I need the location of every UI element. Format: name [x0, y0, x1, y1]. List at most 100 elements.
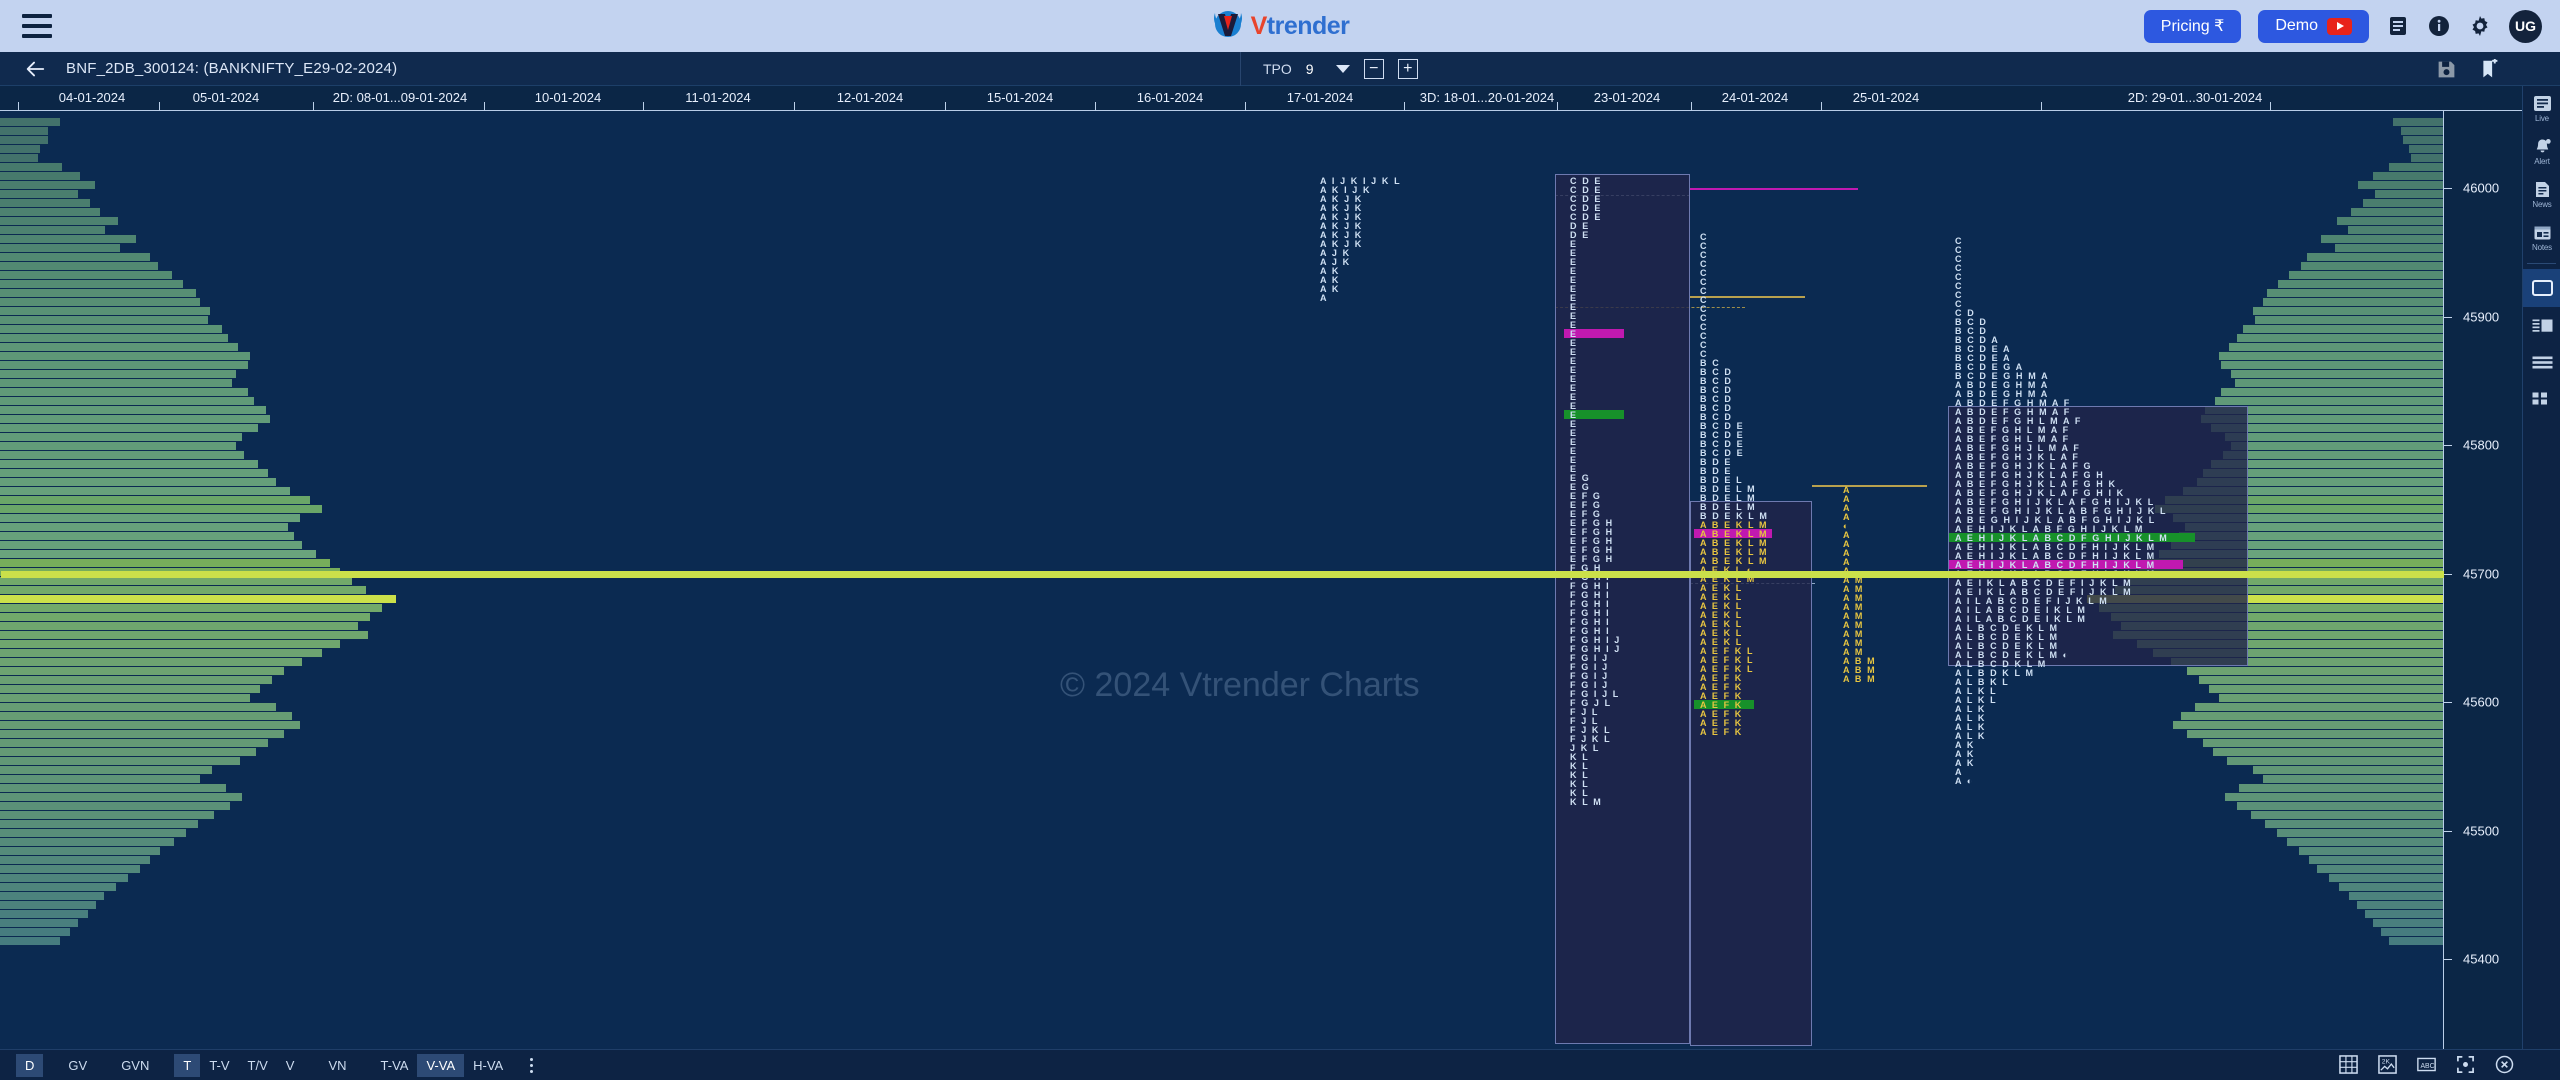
bottom-button-t-v[interactable]: T/V: [239, 1054, 277, 1077]
bottom-button-d[interactable]: D: [16, 1053, 44, 1077]
sidebar-item-live[interactable]: Live: [2523, 86, 2560, 129]
header-actions: Pricing ₹ Demo UG: [2143, 0, 2552, 52]
demo-button[interactable]: Demo: [2258, 9, 2369, 43]
date-axis-tick: [1095, 102, 1096, 111]
date-axis-tick: [1691, 102, 1692, 111]
volume-bar-right: [2251, 811, 2443, 819]
price-axis-tick: [2444, 702, 2452, 704]
tpo-letter-row: A B M: [1843, 674, 1877, 684]
sidebar-item-news[interactable]: News: [2523, 172, 2560, 215]
sidebar-divider: [2527, 263, 2556, 264]
volume-bar-right: [2227, 757, 2443, 765]
bottom-button-v[interactable]: V: [277, 1054, 304, 1077]
volume-bar-right: [2181, 712, 2443, 720]
layout-split-list-button[interactable]: [2523, 307, 2560, 345]
chart-plot-area[interactable]: © 2024 Vtrender Charts A I J K I J K LA …: [0, 111, 2443, 1049]
table-icon[interactable]: [2339, 1055, 2358, 1074]
chevron-down-icon[interactable]: [1335, 65, 1350, 73]
volume-bar-right: [2389, 163, 2443, 171]
volume-bar-right: [2321, 235, 2443, 243]
volume-bar-left: [0, 631, 368, 639]
date-axis-label: 25-01-2024: [1852, 90, 1920, 105]
volume-bar-left: [0, 424, 258, 432]
tpo-letter-row: K L M: [1570, 797, 1603, 807]
volume-bar-right: [2231, 370, 2443, 378]
volume-bar-right: [2221, 361, 2443, 369]
snapshot-icon[interactable]: 2K: [2378, 1055, 2397, 1074]
volume-bar-left: [0, 928, 70, 936]
bottom-button-v-va[interactable]: V-VA: [417, 1053, 465, 1077]
tpo-decrement-button[interactable]: −: [1363, 59, 1384, 79]
bottom-right-icons: 2K ABC: [2339, 1049, 2514, 1080]
volume-bar-right: [2277, 829, 2443, 837]
pricing-button[interactable]: Pricing ₹: [2143, 9, 2242, 43]
notes-icon: [2534, 226, 2550, 240]
bottom-button-t-v[interactable]: T-V: [200, 1054, 238, 1077]
brand-name: Vtrender: [1250, 11, 1350, 40]
volume-bar-left: [0, 541, 302, 549]
volume-bar-right: [2187, 730, 2443, 738]
back-arrow-icon[interactable]: [24, 58, 46, 80]
volume-bar-left: [0, 748, 256, 756]
volume-bar-left: [0, 865, 140, 873]
volume-bar-left: [0, 433, 242, 441]
bottom-button-gv[interactable]: GV: [59, 1054, 96, 1077]
volume-bar-right: [2195, 703, 2443, 711]
document-icon[interactable]: [2386, 14, 2410, 38]
bottom-button-group: T T-V T/V V: [174, 1053, 304, 1077]
date-axis-label: 2D: 08-01...09-01-2024: [332, 90, 468, 105]
bottom-button-h-va[interactable]: H-VA: [464, 1054, 512, 1077]
volume-bar-left: [0, 892, 104, 900]
sidebar-label-live: Live: [2535, 114, 2549, 123]
demo-label: Demo: [2275, 17, 2318, 34]
volume-bar-right: [2337, 217, 2443, 225]
crosshair-icon[interactable]: [2456, 1055, 2475, 1074]
save-icon[interactable]: [2436, 59, 2457, 80]
volume-bar-left: [0, 622, 358, 630]
abc-icon[interactable]: ABC: [2417, 1055, 2436, 1074]
tpo-increment-button[interactable]: +: [1397, 59, 1418, 79]
volume-bar-left: [0, 469, 268, 477]
layout-rows-button[interactable]: [2523, 345, 2560, 381]
volume-bar-left: [0, 487, 290, 495]
date-axis-label: 23-01-2024: [1593, 90, 1661, 105]
volume-bar-right: [2335, 244, 2443, 252]
chart-title: BNF_2DB_300124: (BANKNIFTY_E29-02-2024): [66, 60, 398, 77]
date-axis: 04-01-2024 05-01-2024 2D: 08-01...09-01-20…: [0, 86, 2522, 111]
bottom-button-t-va[interactable]: T-VA: [372, 1054, 418, 1077]
bottom-button-vn[interactable]: VN: [319, 1054, 355, 1077]
info-icon[interactable]: [2427, 14, 2451, 38]
volume-bar-left: [0, 613, 370, 621]
sidebar-item-alert[interactable]: Alert: [2523, 129, 2560, 172]
bookmark-add-icon[interactable]: [2479, 58, 2500, 80]
avatar[interactable]: UG: [2509, 9, 2542, 43]
volume-bar-left: [0, 208, 100, 216]
volume-bar-left: [0, 883, 116, 891]
volume-bar-right: [2317, 865, 2443, 873]
volume-bar-left: [0, 856, 150, 864]
volume-bar-right: [2411, 154, 2443, 162]
date-axis-tick: [2040, 102, 2042, 111]
volume-bar-right: [2213, 748, 2443, 756]
date-axis-tick: [945, 102, 946, 111]
volume-bar-left: [0, 370, 236, 378]
volume-bar-left: [0, 154, 38, 162]
volume-bar-left: [0, 181, 95, 189]
price-axis-label: 45500: [2463, 823, 2500, 839]
close-circle-icon[interactable]: [2495, 1055, 2514, 1074]
kebab-menu-icon[interactable]: [530, 1057, 534, 1073]
bottom-button-t[interactable]: T: [174, 1053, 201, 1077]
hamburger-icon[interactable]: [22, 14, 52, 38]
volume-bar-left: [0, 514, 300, 522]
volume-bar-left: [0, 919, 78, 927]
volume-bar-left: [0, 460, 258, 468]
gear-icon[interactable]: [2468, 14, 2492, 38]
layout-grid-button[interactable]: [2523, 381, 2560, 421]
volume-bar-left: [0, 523, 288, 531]
sidebar-item-notes[interactable]: Notes: [2523, 215, 2560, 258]
date-axis-label: 16-01-2024: [1136, 90, 1204, 105]
bottom-button-gvn[interactable]: GVN: [112, 1054, 158, 1077]
volume-bar-left: [0, 712, 292, 720]
layout-single-pane-button[interactable]: [2523, 269, 2560, 307]
price-axis[interactable]: 46000 45900 45800 45700 45600 45500 45400: [1, 111, 2522, 1049]
